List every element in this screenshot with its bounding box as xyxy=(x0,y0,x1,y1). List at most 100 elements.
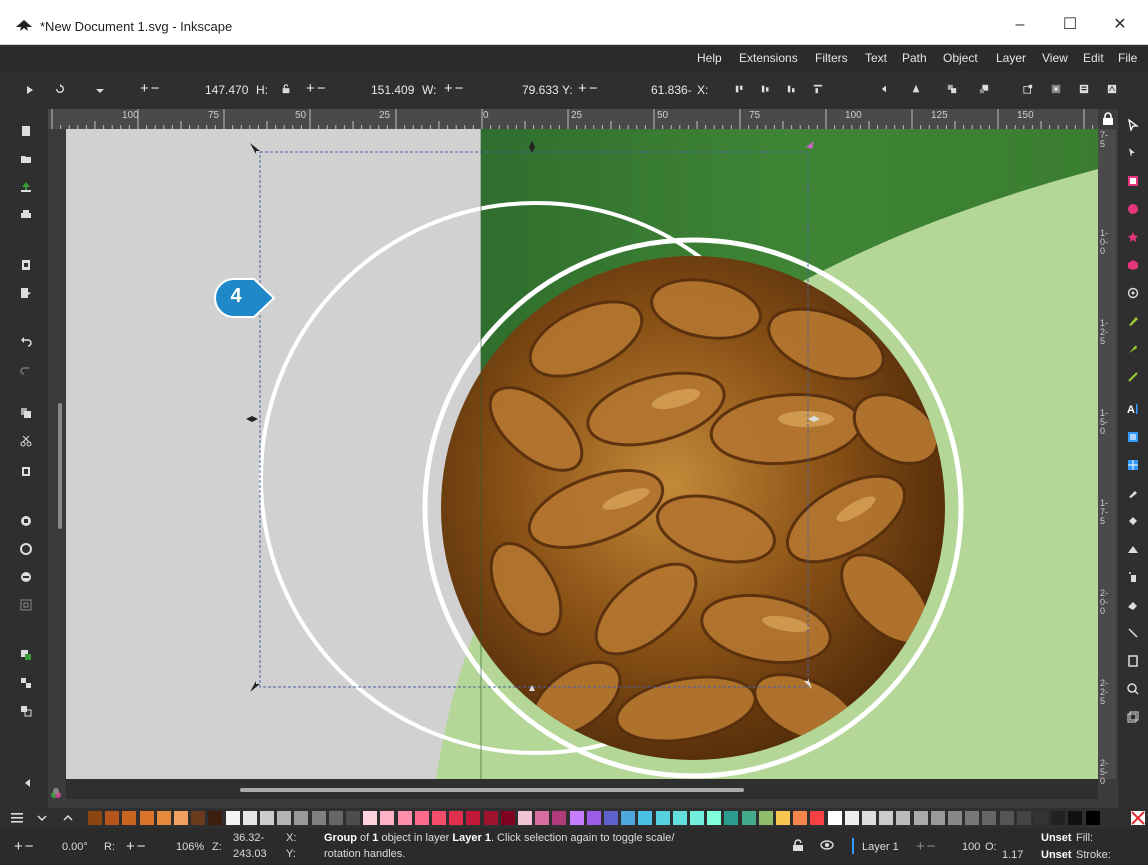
new-document-icon[interactable] xyxy=(20,125,32,137)
color-swatch[interactable] xyxy=(1034,811,1048,825)
tweak-tool-icon[interactable] xyxy=(1127,543,1139,555)
color-swatch[interactable] xyxy=(277,811,292,825)
color-swatch[interactable] xyxy=(518,811,532,825)
color-swatch[interactable] xyxy=(758,811,773,825)
flip-horizontal-icon[interactable] xyxy=(880,84,892,94)
menu-path[interactable]: Path xyxy=(902,51,927,65)
color-swatch[interactable] xyxy=(672,811,687,825)
color-swatch[interactable] xyxy=(500,811,515,825)
color-swatch[interactable] xyxy=(260,811,274,825)
color-swatch[interactable] xyxy=(776,811,790,825)
chevron-down-icon[interactable] xyxy=(36,813,48,823)
color-swatch[interactable] xyxy=(638,811,653,825)
lock-icon[interactable] xyxy=(280,84,292,94)
stroke-width-value[interactable]: 1.17 xyxy=(1002,849,1023,861)
color-swatch[interactable] xyxy=(174,811,188,825)
color-swatch[interactable] xyxy=(1085,811,1100,825)
color-swatch[interactable] xyxy=(741,811,756,825)
color-swatch[interactable] xyxy=(380,811,395,825)
opacity-value[interactable]: 100 xyxy=(962,841,980,853)
play-arrow-icon[interactable] xyxy=(24,85,36,95)
lock-layer-icon[interactable] xyxy=(792,839,804,852)
menu-file[interactable]: File xyxy=(1118,51,1137,65)
star-tool-icon[interactable] xyxy=(1127,231,1139,243)
color-swatch[interactable] xyxy=(913,811,928,825)
menu-extensions[interactable]: Extensions xyxy=(739,51,798,65)
color-swatch[interactable] xyxy=(844,811,859,825)
snap-icon[interactable] xyxy=(1022,84,1034,94)
left-scrollbar[interactable] xyxy=(58,403,62,529)
color-swatch[interactable] xyxy=(208,811,223,825)
gradient-tool-icon[interactable] xyxy=(1127,431,1139,443)
menu-layer[interactable]: Layer xyxy=(996,51,1026,65)
zoom-page-icon[interactable] xyxy=(20,571,32,583)
clone-icon[interactable] xyxy=(20,705,32,717)
color-swatch[interactable] xyxy=(449,811,464,825)
no-paint-swatch-icon[interactable] xyxy=(1131,811,1145,825)
color-swatch[interactable] xyxy=(999,811,1014,825)
stroke-value[interactable]: Unset xyxy=(1041,849,1072,861)
menu-help[interactable]: Help xyxy=(697,51,722,65)
fill-value[interactable]: Unset xyxy=(1041,832,1072,844)
pen-tool-icon[interactable] xyxy=(1127,343,1139,355)
print-icon[interactable] xyxy=(20,209,32,221)
cut-icon[interactable] xyxy=(20,435,32,447)
color-swatch[interactable] xyxy=(346,811,360,825)
align-top-icon[interactable] xyxy=(734,84,746,94)
canvas[interactable] xyxy=(66,129,1098,779)
distribute-icon[interactable] xyxy=(812,84,824,94)
opacity-plusminus[interactable]: +− xyxy=(916,838,938,855)
color-swatch[interactable] xyxy=(827,811,842,825)
horizontal-scrollbar[interactable] xyxy=(66,779,1098,799)
color-swatch[interactable] xyxy=(930,811,945,825)
color-swatch[interactable] xyxy=(414,811,429,825)
color-swatch[interactable] xyxy=(311,811,326,825)
color-swatch[interactable] xyxy=(982,811,997,825)
import-icon[interactable] xyxy=(20,259,32,271)
color-swatch[interactable] xyxy=(724,811,739,825)
eraser-tool-icon[interactable] xyxy=(1127,599,1139,611)
maximize-button[interactable]: ☐ xyxy=(1059,14,1081,36)
align-middle-icon[interactable] xyxy=(760,84,772,94)
measure-tool-icon[interactable] xyxy=(1127,655,1139,667)
color-swatch[interactable] xyxy=(879,811,894,825)
mesh-tool-icon[interactable] xyxy=(1127,459,1139,471)
connector-tool-icon[interactable] xyxy=(1127,627,1139,639)
rotation-value[interactable]: 0.00° xyxy=(62,841,88,853)
transform-icon[interactable] xyxy=(1050,84,1062,94)
ellipse-tool-icon[interactable] xyxy=(1127,203,1139,215)
visibility-eye-icon[interactable] xyxy=(820,839,834,851)
zoom-width-icon[interactable] xyxy=(20,599,32,611)
color-swatch[interactable] xyxy=(294,811,309,825)
flip-vertical-icon[interactable] xyxy=(910,84,922,94)
lower-icon[interactable] xyxy=(978,84,990,94)
color-swatch[interactable] xyxy=(1051,811,1066,825)
group-icon[interactable] xyxy=(20,649,32,661)
color-swatch[interactable] xyxy=(139,811,154,825)
spray-tool-icon[interactable] xyxy=(1127,571,1139,583)
rotate-icon[interactable] xyxy=(54,84,66,94)
spiral-tool-icon[interactable] xyxy=(1127,287,1139,299)
minimize-button[interactable]: – xyxy=(1009,14,1031,36)
pencil-tool-icon[interactable] xyxy=(1127,315,1139,327)
color-swatch[interactable] xyxy=(122,811,137,825)
selector-tool-icon[interactable] xyxy=(1127,119,1139,131)
color-swatch[interactable] xyxy=(810,811,825,825)
scrollbar-thumb[interactable] xyxy=(240,788,744,792)
color-swatch[interactable] xyxy=(655,811,670,825)
menu-object[interactable]: Object xyxy=(943,51,978,65)
color-swatch[interactable] xyxy=(965,811,980,825)
x-plusminus[interactable]: +− xyxy=(578,80,600,97)
color-swatch[interactable] xyxy=(242,811,257,825)
redo-icon[interactable] xyxy=(20,363,32,375)
raise-icon[interactable] xyxy=(946,84,958,94)
h-value[interactable]: 147.470 xyxy=(205,83,248,97)
palette-menu-icon[interactable] xyxy=(10,812,24,824)
color-swatch[interactable] xyxy=(552,811,567,825)
color-swatch[interactable] xyxy=(363,811,378,825)
color-swatch[interactable] xyxy=(948,811,962,825)
h-plusminus[interactable]: +− xyxy=(140,80,162,97)
color-swatch[interactable] xyxy=(88,811,102,825)
color-swatch[interactable] xyxy=(707,811,722,825)
scroll-left-arrow-icon[interactable] xyxy=(22,777,34,789)
